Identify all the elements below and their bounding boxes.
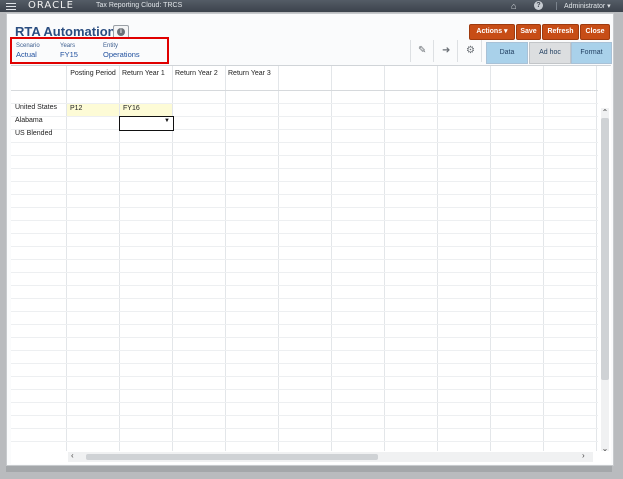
pov-years[interactable]: Years FY15 bbox=[60, 43, 78, 59]
grid-line bbox=[11, 129, 598, 130]
pov-value[interactable]: Actual bbox=[16, 50, 40, 59]
pov-scenario[interactable]: Scenario Actual bbox=[16, 43, 40, 59]
grid-line bbox=[11, 441, 598, 442]
grid-line bbox=[11, 233, 598, 234]
grid-line bbox=[11, 337, 598, 338]
bottom-bar bbox=[6, 466, 612, 472]
grid-line bbox=[11, 168, 598, 169]
top-bar: ORACLE Tax Reporting Cloud: TRCS ⌂ ? Adm… bbox=[0, 0, 623, 12]
grid-line bbox=[11, 155, 598, 156]
oracle-logo: ORACLE bbox=[28, 0, 74, 11]
cell-value: FY16 bbox=[123, 105, 140, 112]
form-panel: RTA Automation i Actions ▾ Save Refresh … bbox=[6, 13, 614, 466]
info-icon: i bbox=[117, 28, 125, 36]
product-name: Tax Reporting Cloud: TRCS bbox=[96, 2, 183, 9]
grid-line bbox=[11, 376, 598, 377]
chevron-up-icon[interactable]: ⌃ bbox=[601, 108, 609, 117]
chevron-left-icon[interactable]: ‹ bbox=[71, 451, 74, 460]
caret-down-icon: ▼ bbox=[164, 118, 170, 124]
vertical-scrollbar[interactable] bbox=[601, 108, 609, 451]
pov-bar: Scenario Actual Years FY15 Entity Operat… bbox=[10, 37, 169, 64]
column-header-return-year-1: Return Year 1 bbox=[122, 70, 165, 77]
row-header-us-blended: US Blended bbox=[15, 130, 53, 137]
tab-format[interactable]: Format bbox=[571, 42, 612, 64]
grid-line bbox=[11, 259, 598, 260]
grid-line bbox=[11, 402, 598, 403]
pov-label: Scenario bbox=[16, 43, 40, 49]
grid-line bbox=[11, 285, 598, 286]
user-menu[interactable]: Administrator ▾ bbox=[564, 2, 611, 10]
column-header-return-year-2: Return Year 2 bbox=[175, 70, 218, 77]
arrow-right-icon[interactable]: ➜ bbox=[442, 45, 450, 56]
dropdown-cell[interactable]: ▼ bbox=[119, 116, 174, 131]
grid-line bbox=[11, 298, 598, 299]
actions-button[interactable]: Actions ▾ bbox=[469, 24, 515, 40]
hamburger-icon[interactable] bbox=[6, 1, 16, 11]
save-button[interactable]: Save bbox=[516, 24, 541, 40]
horizontal-scrollbar[interactable] bbox=[68, 452, 593, 462]
toolbar-divider bbox=[457, 40, 458, 62]
grid-line bbox=[11, 272, 598, 273]
grid-line bbox=[11, 428, 598, 429]
grid-line bbox=[11, 142, 598, 143]
grid-line bbox=[11, 181, 598, 182]
grid-line bbox=[11, 194, 598, 195]
pov-entity[interactable]: Entity Operations bbox=[103, 43, 140, 59]
chevron-right-icon[interactable]: › bbox=[582, 451, 585, 460]
grid-line bbox=[11, 116, 598, 117]
data-grid: Posting Period Return Year 1 Return Year… bbox=[11, 65, 611, 464]
separator bbox=[556, 2, 557, 10]
home-icon[interactable]: ⌂ bbox=[511, 1, 516, 11]
grid-line bbox=[11, 246, 598, 247]
grid-line bbox=[11, 90, 598, 91]
pov-label: Entity bbox=[103, 43, 119, 49]
tab-adhoc[interactable]: Ad hoc bbox=[529, 42, 571, 64]
column-header-posting-period: Posting Period bbox=[70, 70, 116, 77]
cell-value: P12 bbox=[70, 105, 83, 112]
refresh-button[interactable]: Refresh bbox=[542, 24, 579, 40]
grid-line bbox=[11, 363, 598, 364]
pov-label: Years bbox=[60, 43, 76, 49]
grid-line bbox=[11, 415, 598, 416]
grid-line bbox=[11, 324, 598, 325]
toolbar-divider bbox=[410, 40, 411, 62]
gear-icon[interactable]: ⚙ bbox=[466, 45, 475, 56]
column-header-return-year-3: Return Year 3 bbox=[228, 70, 271, 77]
grid-line bbox=[11, 350, 598, 351]
grid-line bbox=[11, 220, 598, 221]
pencil-icon[interactable]: ✎ bbox=[418, 45, 426, 56]
pov-value[interactable]: Operations bbox=[103, 50, 140, 59]
help-icon[interactable]: ? bbox=[534, 1, 543, 10]
toolbar-divider bbox=[481, 40, 482, 62]
chevron-down-icon[interactable]: ⌄ bbox=[601, 444, 609, 453]
row-header-alabama: Alabama bbox=[15, 117, 43, 124]
tab-data[interactable]: Data bbox=[486, 42, 528, 64]
grid-line bbox=[11, 389, 598, 390]
grid-line bbox=[11, 311, 598, 312]
row-header-united-states: United States bbox=[15, 104, 58, 111]
scroll-thumb[interactable] bbox=[86, 454, 378, 460]
grid-line bbox=[11, 207, 598, 208]
scroll-thumb[interactable] bbox=[601, 118, 609, 380]
pov-value[interactable]: FY15 bbox=[60, 50, 78, 59]
toolbar-divider bbox=[433, 40, 434, 62]
close-button[interactable]: Close bbox=[580, 24, 610, 40]
